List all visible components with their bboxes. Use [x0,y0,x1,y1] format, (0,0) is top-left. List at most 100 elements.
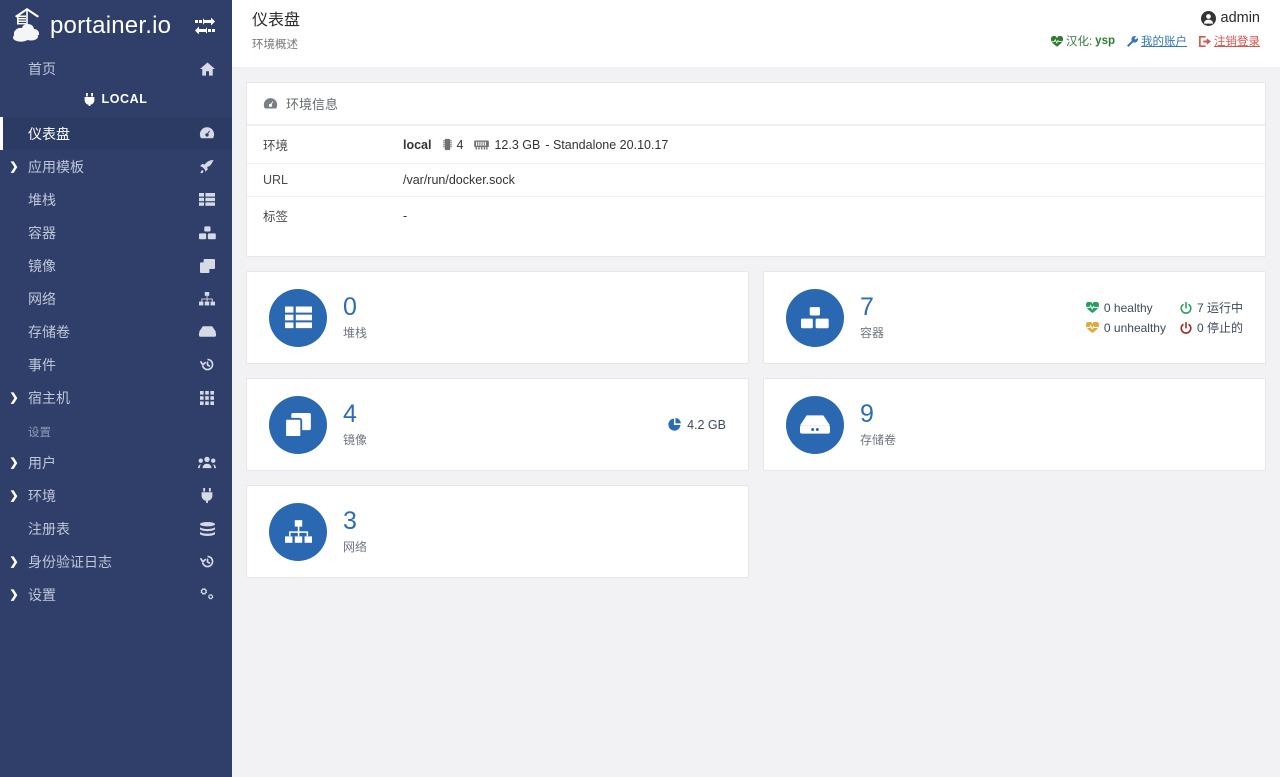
env-row-key: 标签 [263,210,289,224]
main-area: 仪表盘 环境概述 admin 汉化: ysp 我的账户 注销登录 环境信息 环境… [232,0,1280,777]
sidebar-item-label: 注册表 [28,520,70,537]
sidebar-logo-row[interactable]: portainer.io [0,0,232,52]
sidebar-group-settings-title: 设置 [28,427,51,439]
sidebar-item-label: 容器 [28,224,56,241]
images-card-text: 4 镜像 [343,401,367,448]
page-title: 仪表盘 [252,12,301,29]
stat-unhealthy: 0 unhealthy [1086,319,1166,336]
stat-stopped: 0 停止的 [1180,319,1243,336]
user-menu[interactable]: admin [1051,10,1260,26]
sidebar-item-label: 堆栈 [28,191,56,208]
env-row-tags: 标签 - [247,196,1265,234]
sidebar-item-networks[interactable]: 网络 [0,282,232,315]
app-root: portainer.io 首页 LOCAL 仪表盘 ❯ 应用模板 堆栈 容器 镜… [0,0,1280,777]
logout-label[interactable]: 注销登录 [1214,33,1260,49]
containers-label: 容器 [860,326,885,341]
networks-card[interactable]: 3 网络 [246,485,749,578]
containers-icon [196,225,218,240]
username-label: admin [1220,10,1261,26]
env-row-value: local 4 12.3 GB - Standalone 20.10.17 [403,135,668,154]
sidebar-item-users[interactable]: ❯ 用户 [0,446,232,479]
sidebar-item-host[interactable]: ❯ 宿主机 [0,381,232,414]
sidebar-item-auth-logs[interactable]: ❯ 身份验证日志 [0,545,232,578]
containers-card[interactable]: 7 容器 0 healthy 7 运行中 0 unhealthy 0 停止的 [763,271,1266,364]
stacks-count: 0 [343,292,357,321]
volumes-icon [196,326,218,337]
history-icon [196,554,218,569]
sidebar-item-label: 设置 [28,586,56,603]
sidebar-item-home[interactable]: 首页 [0,52,232,85]
volumes-icon [786,395,844,454]
dashboard-icon [263,97,278,111]
env-suffix: - Standalone 20.10.17 [545,137,669,152]
images-icon [196,258,218,273]
environment-info-title: 环境信息 [286,97,339,112]
stat-running-text: 7 运行中 [1196,301,1243,315]
grid-empty-cell [763,485,1266,578]
plug-icon [196,488,218,503]
stacks-label: 堆栈 [343,326,368,341]
cpu-count: 4 [456,137,464,152]
env-row-url: URL /var/run/docker.sock [247,163,1265,196]
stacks-card-text: 0 堆栈 [343,294,367,341]
heart-orange-icon [1086,322,1099,333]
sidebar-item-events[interactable]: 事件 [0,348,232,381]
stat-healthy-text: 0 healthy [1103,300,1153,315]
page-subtitle: 环境概述 [252,39,298,52]
sidebar-item-app-templates[interactable]: ❯ 应用模板 [0,150,232,183]
sidebar-item-images[interactable]: 镜像 [0,249,232,282]
stacks-icon [196,193,218,206]
cpu-icon [442,138,452,151]
containers-count: 7 [860,292,874,321]
stat-running: 7 运行中 [1180,299,1243,316]
environment-info-header: 环境信息 [247,83,1265,125]
translation-credit: 汉化: ysp [1050,33,1115,49]
page-heading-block: 仪表盘 环境概述 [252,10,300,67]
env-row-value: /var/run/docker.sock [403,173,515,187]
sign-out-icon [1199,35,1211,47]
sidebar-item-label: 事件 [28,356,56,373]
history-icon [196,357,218,372]
sidebar-local-label: LOCAL [101,92,148,106]
user-circle-icon [1200,10,1216,26]
sidebar-item-label: 存储卷 [28,323,70,340]
networks-icon [269,502,327,561]
sidebar-item-dashboard[interactable]: 仪表盘 [0,117,232,150]
sidebar-item-environments[interactable]: ❯ 环境 [0,479,232,512]
sidebar-item-settings[interactable]: ❯ 设置 [0,578,232,611]
stat-stopped-text: 0 停止的 [1196,321,1243,335]
env-row-key: URL [263,173,289,187]
sidebar-item-registries[interactable]: 注册表 [0,512,232,545]
my-account-label[interactable]: 我的账户 [1141,33,1187,49]
networks-label: 网络 [343,540,368,555]
collapse-sidebar-icon[interactable] [192,15,218,37]
sidebar-item-containers[interactable]: 容器 [0,216,232,249]
images-card[interactable]: 4 镜像 4.2 GB [246,378,749,471]
panel-bottom-spacer [247,234,1265,256]
memory-size: 12.3 GB [494,137,541,152]
grid-icon [196,390,218,405]
env-row-key: 环境 [263,139,289,153]
power-red-icon [1180,321,1192,334]
containers-icon [786,288,844,347]
heart-green-icon [1086,302,1099,313]
volumes-card-text: 9 存储卷 [860,401,896,448]
sidebar-item-volumes[interactable]: 存储卷 [0,315,232,348]
containers-stats: 0 healthy 7 运行中 0 unhealthy 0 停止的 [1086,299,1243,336]
stacks-card[interactable]: 0 堆栈 [246,271,749,364]
heart-pulse-icon [1050,35,1063,47]
env-row-environment: 环境 local 4 12.3 GB - Standalone 20.10.17 [247,125,1265,163]
memory-icon [474,139,490,150]
sidebar-item-label: 网络 [28,290,56,307]
networks-icon [196,291,218,306]
volumes-card[interactable]: 9 存储卷 [763,378,1266,471]
pie-chart-icon [668,418,681,431]
images-count: 4 [343,399,357,428]
logout-link[interactable]: 注销登录 [1199,33,1260,49]
sidebar-item-label: 应用模板 [28,158,84,175]
gears-icon [196,587,218,602]
content-area: 环境信息 环境 local 4 12.3 GB - Standalone 20.… [232,68,1280,777]
my-account-link[interactable]: 我的账户 [1127,33,1187,49]
rocket-icon [196,159,218,174]
sidebar-item-stacks[interactable]: 堆栈 [0,183,232,216]
